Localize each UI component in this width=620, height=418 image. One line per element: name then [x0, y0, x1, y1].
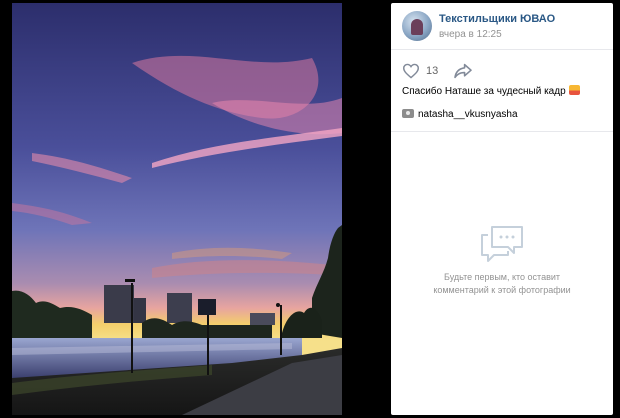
empty-comments: Будьте первым, кто оставит комментарий к… [391, 223, 613, 297]
empty-comments-text: Будьте первым, кто оставит комментарий к… [433, 272, 571, 295]
group-name-link[interactable]: Текстильщики ЮВАО [439, 13, 555, 25]
divider [391, 131, 613, 132]
post-header: Текстильщики ЮВАО вчера в 12:25 [391, 3, 613, 50]
post-sidebar: Текстильщики ЮВАО вчера в 12:25 13 Спаси… [391, 3, 613, 415]
post-actions: 13 [391, 49, 613, 83]
like-count: 13 [426, 65, 439, 77]
sunset-icon [568, 85, 580, 95]
caption-text: Спасибо Наташе за чудесный кадр [402, 86, 566, 97]
credit-text: natasha__vkusnyasha [418, 109, 518, 120]
heart-icon [402, 63, 420, 79]
like-button[interactable]: 13 [402, 63, 438, 79]
comments-icon [481, 226, 523, 262]
post-caption: Спасибо Наташе за чудесный кадр [402, 85, 580, 97]
post-photo[interactable] [12, 3, 342, 415]
share-button[interactable] [453, 63, 473, 79]
share-arrow-icon [454, 63, 472, 79]
camera-icon [402, 109, 414, 118]
group-avatar[interactable] [402, 11, 432, 41]
photo-credit: natasha__vkusnyasha [402, 109, 518, 120]
post-timestamp[interactable]: вчера в 12:25 [439, 29, 502, 40]
